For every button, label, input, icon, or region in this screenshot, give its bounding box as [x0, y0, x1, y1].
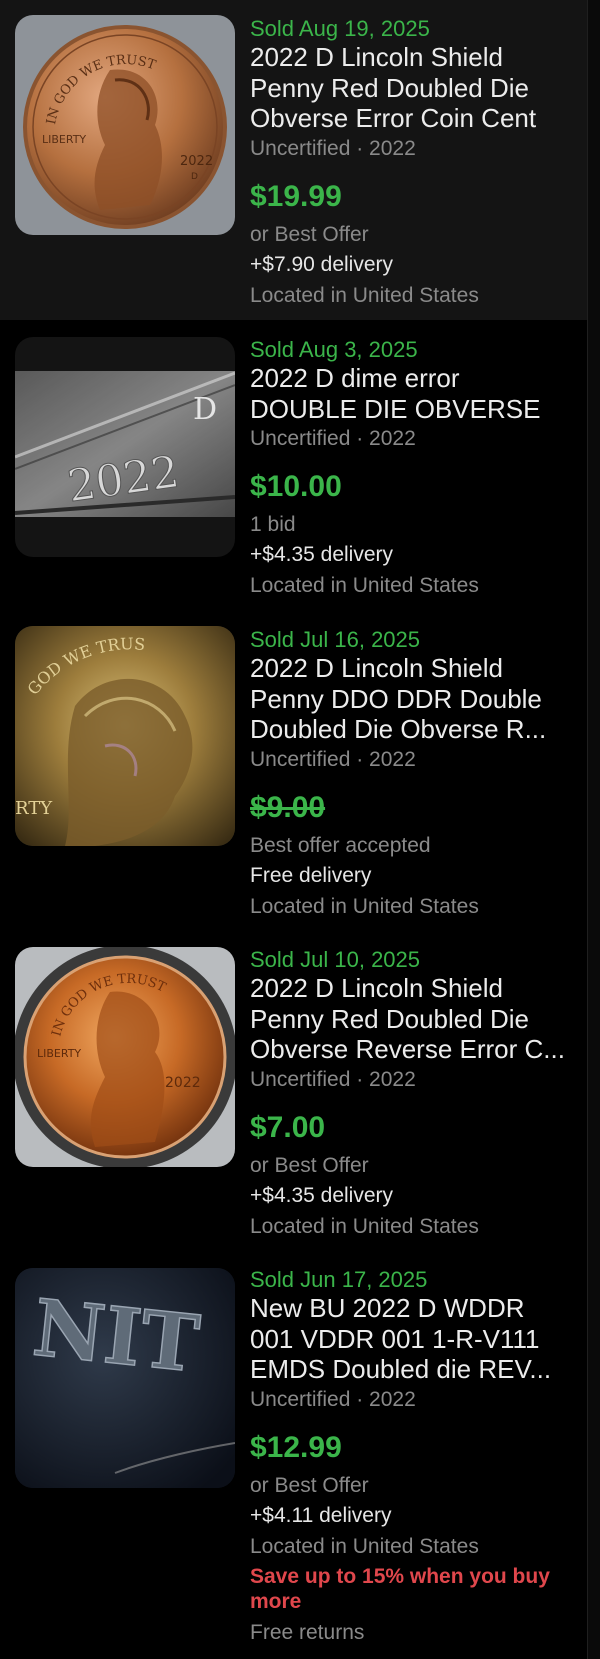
title-line: Obverse Reverse Error C... [250, 1034, 565, 1064]
listing-title[interactable]: 2022 D Lincoln Shield Penny Red Doubled … [250, 42, 580, 134]
coin-year: 2022 [180, 154, 213, 169]
listing-card[interactable]: IN GOD WE TRUST LIBERTY 2022 Sold Jul 10… [0, 930, 588, 1250]
title-line: EMDS Doubled die REV... [250, 1354, 552, 1384]
item-location: Located in United States [250, 894, 479, 918]
title-line: New BU 2022 D WDDR [250, 1293, 525, 1323]
listing-title[interactable]: 2022 D Lincoln Shield Penny Red Doubled … [250, 973, 580, 1065]
dime-mint: D [193, 392, 217, 427]
title-line: Penny Red Doubled Die [250, 72, 529, 103]
listing-info: Sold Jun 17, 2025 New BU 2022 D WDDR 001… [250, 1267, 580, 1646]
title-line: 2022 D Lincoln Shield [250, 973, 503, 1003]
price: $10.00 [250, 470, 342, 503]
title-line: Penny DDO DDR Double [250, 683, 542, 714]
sold-date: Sold Jul 10, 2025 [250, 947, 421, 972]
item-location: Located in United States [250, 1214, 479, 1238]
scrollbar[interactable] [587, 0, 600, 1659]
condition-year: Uncertified · 2022 [250, 747, 416, 771]
delivery-cost: +$7.90 delivery [250, 252, 394, 276]
delivery-cost: +$4.35 delivery [250, 1183, 394, 1207]
coin-closeup-image: GOD WE TRUS RTY [15, 626, 235, 846]
coin-year: 2022 [165, 1075, 201, 1091]
price: $9.00 [250, 790, 326, 824]
coin-closeup-image: NIT [15, 1268, 235, 1488]
coin-image: IN GOD WE TRUST LIBERTY 2022 [15, 947, 235, 1167]
sold-date: Sold Aug 3, 2025 [250, 337, 418, 362]
listing-title[interactable]: 2022 D Lincoln Shield Penny DDO DDR Doub… [250, 653, 580, 745]
coin-liberty: LIBERTY [37, 1047, 81, 1060]
listing-thumbnail[interactable]: GOD WE TRUS RTY [15, 626, 235, 846]
listing-thumbnail[interactable]: IN GOD WE TRUST LIBERTY 2022 D [15, 15, 235, 235]
title-line: DOUBLE DIE OBVERSE [250, 393, 541, 424]
coin-letters: NIT [29, 1283, 203, 1391]
listing-thumbnail[interactable]: IN GOD WE TRUST LIBERTY 2022 [15, 947, 235, 1167]
title-line: Doubled Die Obverse R... [250, 714, 547, 744]
offer-status: Best offer accepted [250, 833, 431, 857]
coin-liberty: LIBERTY [42, 133, 86, 146]
delivery-cost: Free delivery [250, 863, 372, 887]
sold-date: Sold Jul 16, 2025 [250, 627, 421, 652]
listing-info: Sold Jul 10, 2025 2022 D Lincoln Shield … [250, 947, 580, 1240]
item-location: Located in United States [250, 574, 479, 597]
returns-policy: Free returns [250, 1620, 365, 1644]
listing-thumbnail[interactable]: NIT [15, 1268, 235, 1488]
listing-title[interactable]: 2022 D dime error DOUBLE DIE OBVERSE [250, 363, 580, 424]
title-line: 2022 D Lincoln Shield [250, 42, 503, 72]
listing-title[interactable]: New BU 2022 D WDDR 001 VDDR 001 1-R-V111… [250, 1293, 580, 1385]
price: $19.99 [250, 179, 342, 213]
offer-type: or Best Offer [250, 1153, 369, 1177]
title-line: 001 VDDR 001 1-R-V111 [250, 1323, 540, 1354]
title-line: Penny Red Doubled Die [250, 1003, 529, 1034]
listing-card[interactable]: IN GOD WE TRUST LIBERTY 2022 D Sold Aug … [0, 0, 588, 320]
title-line: 2022 D Lincoln Shield [250, 653, 503, 683]
coin-liberty: RTY [15, 798, 53, 819]
listing-info: Sold Aug 3, 2025 2022 D dime error DOUBL… [250, 337, 580, 599]
offer-type: or Best Offer [250, 1473, 369, 1497]
dime-closeup-image: 2022 D [15, 371, 235, 517]
bid-count: 1 bid [250, 513, 296, 536]
coin-mint: D [191, 172, 198, 182]
delivery-cost: +$4.35 delivery [250, 543, 394, 566]
title-line: Obverse Error Coin Cent [250, 103, 537, 133]
listing-thumbnail[interactable]: 2022 D [15, 337, 235, 557]
listing-card[interactable]: NIT Sold Jun 17, 2025 New BU 2022 D WDDR… [0, 1250, 588, 1659]
price: $7.00 [250, 1110, 326, 1144]
listing-info: Sold Jul 16, 2025 2022 D Lincoln Shield … [250, 627, 580, 920]
listing-card[interactable]: 2022 D Sold Aug 3, 2025 2022 D dime erro… [0, 320, 588, 610]
item-location: Located in United States [250, 283, 479, 307]
coin-image: IN GOD WE TRUST LIBERTY 2022 D [23, 25, 227, 229]
delivery-cost: +$4.11 delivery [250, 1503, 392, 1527]
promo-banner: Save up to 15% when you buy more [250, 1564, 550, 1613]
condition-year: Uncertified · 2022 [250, 136, 416, 160]
condition-year: Uncertified · 2022 [250, 1067, 416, 1091]
offer-type: or Best Offer [250, 222, 369, 246]
sold-date: Sold Jun 17, 2025 [250, 1267, 428, 1292]
title-line: 2022 D dime error [250, 363, 460, 393]
item-location: Located in United States [250, 1534, 479, 1558]
price: $12.99 [250, 1430, 342, 1464]
listing-card[interactable]: GOD WE TRUS RTY Sold Jul 16, 2025 2022 D… [0, 610, 588, 930]
condition-year: Uncertified · 2022 [250, 1387, 416, 1411]
condition-year: Uncertified · 2022 [250, 427, 416, 450]
listing-info: Sold Aug 19, 2025 2022 D Lincoln Shield … [250, 16, 580, 309]
sold-date: Sold Aug 19, 2025 [250, 16, 430, 41]
